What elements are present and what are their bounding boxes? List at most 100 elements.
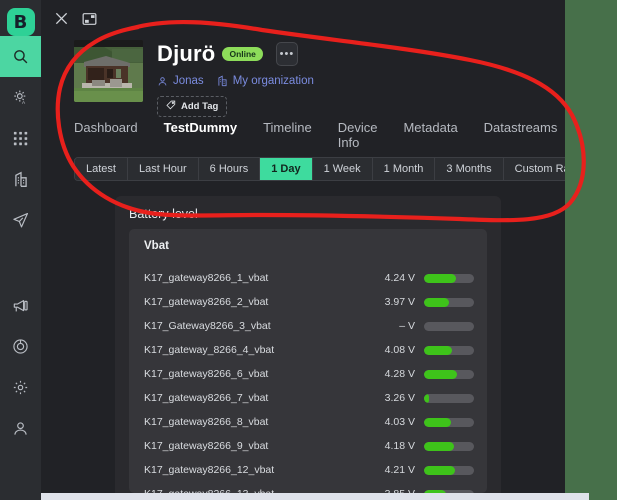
more-options-button[interactable]: ••• [275,42,298,66]
expand-window-button[interactable] [80,12,98,30]
cabin-photo [74,40,143,102]
range-1-week[interactable]: 1 Week [312,158,373,180]
table-row[interactable]: K17_gateway_8266_4_vbat 4.08 V [129,338,487,362]
battery-progress-fill [424,345,452,355]
battery-progress-bar [424,297,474,307]
datastream-name: K17_gateway8266_9_vbat [144,440,269,452]
status-badge: Online [222,46,263,62]
battery-progress-bar [424,393,474,403]
user-icon [157,76,168,87]
battery-progress-bar [424,369,474,379]
battery-progress-bar [424,321,474,331]
megaphone-icon [12,298,29,314]
owner-label: Jonas [173,75,204,87]
battery-progress-bar [424,441,474,451]
datastream-value: 4.08 V [384,344,415,356]
table-row[interactable]: K17_gateway8266_9_vbat 4.18 V [129,434,487,458]
datastream-name: K17_gateway8266_6_vbat [144,368,269,380]
datastream-value: 3.97 V [384,296,415,308]
range-latest[interactable]: Latest [75,158,128,180]
add-tag-label: Add Tag [181,101,219,112]
screen: B A Djurö Online ••• Jonas My organizati… [0,0,617,500]
battery-progress-fill [424,369,457,379]
device-header-text: Djurö Online ••• Jonas My organization A… [157,40,549,117]
battery-progress-fill [424,273,456,283]
battery-progress-fill [424,297,449,307]
owner-link[interactable]: Jonas [157,75,204,87]
range-1-month[interactable]: 1 Month [372,158,436,180]
datastream-name: K17_gateway8266_1_vbat [144,272,269,284]
tab-bar: Dashboard TestDummy Timeline Device Info… [74,120,557,160]
donut-target-icon [12,338,29,355]
vbat-group-title: Vbat [144,240,169,252]
battery-progress-fill [424,465,455,475]
tab-device-info[interactable]: Device Info [338,120,378,159]
datastream-value: 4.24 V [384,272,415,284]
tab-datastreams[interactable]: Datastreams [484,120,558,159]
table-row[interactable]: K17_gateway8266_12_vbat 4.21 V [129,458,487,482]
time-range-selector: Latest Last Hour 6 Hours 1 Day 1 Week 1 … [74,157,565,181]
tab-timeline[interactable]: Timeline [263,120,312,159]
device-detail-modal: Djurö Online ••• Jonas My organization A… [41,0,565,493]
sidebar-item-apps[interactable] [0,118,41,159]
table-row[interactable]: K17_gateway8266_1_vbat 4.24 V [129,266,487,290]
datastream-value: 4.21 V [384,464,415,476]
table-row[interactable]: K17_gateway8266_2_vbat 3.97 V [129,290,487,314]
battery-level-panel: Battery level Vbat K17_gateway8266_1_vba… [115,196,501,493]
table-row[interactable]: K17_Gateway8266_3_vbat – V [129,314,487,338]
tab-testdummy[interactable]: TestDummy [163,120,238,160]
device-thumbnail[interactable] [74,40,143,102]
datastream-name: K17_gateway8266_12_vbat [144,464,275,476]
datastream-name: K17_gateway8266_7_vbat [144,392,269,404]
table-row[interactable]: K17_gateway8266_8_vbat 4.03 V [129,410,487,434]
grid-apps-icon [13,131,29,147]
add-tag-button[interactable]: Add Tag [157,96,228,117]
sidebar-item-account[interactable] [0,408,41,449]
table-row[interactable]: K17_gateway8266_6_vbat 4.28 V [129,362,487,386]
expand-window-icon [82,12,97,31]
battery-progress-bar [424,273,474,283]
sidebar-item-monitor[interactable] [0,326,41,367]
table-row[interactable]: K17_gateway8266_7_vbat 3.26 V [129,386,487,410]
sidebar-item-search[interactable] [0,36,41,77]
datastream-value: 3.26 V [384,392,415,404]
modal-toolbar [52,12,98,30]
sidebar-item-settings[interactable] [0,367,41,408]
app-logo[interactable]: B [6,8,35,36]
panel-title: Battery level [129,207,198,221]
vbat-group: Vbat K17_gateway8266_1_vbat 4.24 V K17_gat… [129,229,487,493]
page-title: Djurö [157,41,216,66]
tab-dashboard[interactable]: Dashboard [74,120,138,159]
device-meta: Jonas My organization [157,75,549,87]
datastream-name: K17_Gateway8266_3_vbat [144,320,271,332]
sun-brightness-icon: A [12,89,29,106]
datastream-value: 4.18 V [384,440,415,452]
bottom-window-strip [0,493,617,500]
range-3-months[interactable]: 3 Months [435,158,504,180]
range-custom[interactable]: Custom Range [503,158,565,180]
datastream-value: 4.03 V [384,416,415,428]
battery-progress-bar [424,345,474,355]
tab-metadata[interactable]: Metadata [403,120,457,159]
datastream-name: K17_gateway8266_2_vbat [144,296,269,308]
search-icon [12,48,29,65]
tag-icon [166,100,176,113]
battery-progress-fill [424,417,451,427]
paper-plane-icon [12,212,29,229]
sidebar-item-insights[interactable]: A [0,77,41,118]
battery-progress-fill [424,393,429,403]
battery-progress-bar [424,417,474,427]
sidebar-item-announcements[interactable] [0,285,41,326]
building-icon [13,171,29,188]
datastream-name: K17_gateway8266_8_vbat [144,416,269,428]
close-button[interactable] [52,12,70,30]
table-row[interactable]: K17_gateway8266_13_vbat3.85 V [129,482,487,493]
organization-link[interactable]: My organization [217,75,314,87]
sidebar-item-deploy[interactable] [0,200,41,241]
range-last-hour[interactable]: Last Hour [127,158,199,180]
datastream-name: K17_gateway_8266_4_vbat [144,344,275,356]
user-icon [12,420,29,437]
range-6-hours[interactable]: 6 Hours [198,158,261,180]
range-1-day[interactable]: 1 Day [260,158,313,180]
sidebar-item-organization[interactable] [0,159,41,200]
